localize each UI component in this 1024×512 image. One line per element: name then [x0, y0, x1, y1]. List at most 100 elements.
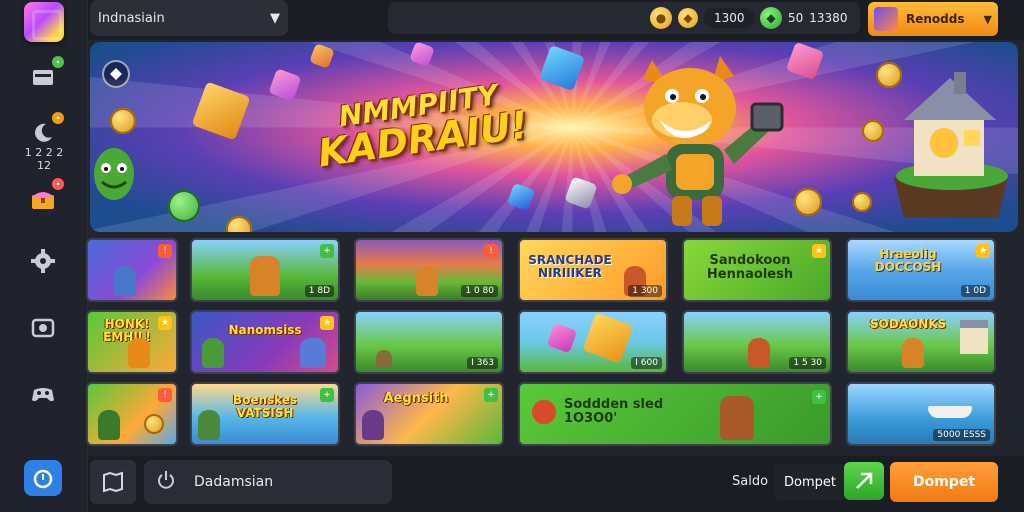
fire-icon: [532, 400, 556, 424]
game-tile[interactable]: Aegnsith +: [354, 382, 504, 446]
game-character: [202, 338, 224, 368]
game-character: [720, 396, 754, 440]
sidebar-counter: 1 2 2 2 12: [24, 146, 64, 172]
new-badge-icon: +: [484, 388, 498, 402]
hot-badge-icon: !: [158, 388, 172, 402]
game-title: Sandokoon Hennaolesh: [706, 253, 794, 283]
map-icon[interactable]: [90, 460, 136, 504]
arrow-icon: [856, 472, 873, 489]
game-character: [300, 338, 326, 368]
game-character: [114, 266, 136, 296]
star-badge-icon: ★: [320, 316, 334, 330]
game-tile[interactable]: HONK! EMHIL! ★: [86, 310, 178, 374]
game-meta: I 363: [467, 357, 498, 369]
chevron-down-icon: ▼: [983, 12, 992, 26]
gear-icon[interactable]: [26, 244, 60, 278]
gold-amount: 1300: [704, 8, 755, 28]
game-tile[interactable]: 5000 ESSS: [846, 382, 996, 446]
rewards-label: Renodds: [906, 12, 965, 26]
timer-button[interactable]: [24, 460, 62, 496]
new-badge-icon: +: [812, 390, 826, 404]
game-tile[interactable]: Nanomsiss ★: [190, 310, 340, 374]
sidebar: • • 1 2 2 2 12 •: [0, 0, 88, 512]
game-meta: 1 300: [628, 285, 662, 297]
star-badge-icon: ★: [812, 244, 826, 258]
game-character: [362, 410, 384, 440]
game-meta: 1 0 80: [461, 285, 498, 297]
wallet-icon[interactable]: •: [26, 56, 64, 94]
game-character: [902, 338, 924, 368]
search-text: Dadamsian: [194, 474, 274, 490]
game-meta: I 600: [631, 357, 662, 369]
dompet-field[interactable]: Dompet: [774, 464, 846, 500]
boat-icon: [928, 406, 972, 418]
rewards-dropdown[interactable]: Renodds ▼: [868, 2, 998, 36]
game-tile[interactable]: Sandokoon Hennaolesh ★: [682, 238, 832, 302]
game-tile[interactable]: Hraeolig DOCCOSH ★ 1 0D: [846, 238, 996, 302]
game-tile[interactable]: I 600: [518, 310, 668, 374]
hot-badge-icon: !: [484, 244, 498, 258]
green-stat[interactable]: ◆ 50 13380: [760, 6, 847, 30]
gem-icon: ◆: [760, 7, 782, 29]
house-icon: [960, 320, 988, 354]
new-badge-icon: +: [320, 244, 334, 258]
game-title: Nanomsiss: [228, 323, 302, 337]
game-meta: 1 8D: [304, 285, 334, 297]
game-title: Hraeolig DOCCOSH: [874, 247, 942, 275]
game-title: SRANCHADE NIRIIIKER: [528, 253, 612, 281]
promo-banner[interactable]: NMMPIITY KADRAIU!: [90, 42, 1018, 232]
green-total: 13380: [809, 11, 848, 25]
game-title: Aegnsith: [383, 391, 449, 406]
dragon-mascot-character: [612, 56, 784, 226]
floating-cube: [582, 312, 634, 364]
gamepad-icon[interactable]: [26, 378, 60, 412]
game-character: [416, 266, 438, 296]
game-character: [98, 410, 120, 440]
game-title: Soddden sled 1O3O0': [564, 397, 664, 427]
game-meta: 5000 ESSS: [933, 429, 990, 441]
game-tile[interactable]: !: [86, 238, 178, 302]
avatar: [874, 7, 898, 31]
gold-stat[interactable]: ● ◆ 1300: [650, 6, 755, 30]
floating-house-island: [894, 72, 1008, 218]
green-amount: 50: [788, 11, 804, 25]
notification-badge: •: [52, 178, 64, 190]
moon-icon[interactable]: •: [26, 112, 64, 150]
game-tile[interactable]: SRANCHADE NIRIIIKER 1 300: [518, 238, 668, 302]
camera-icon[interactable]: [26, 310, 60, 344]
game-tile[interactable]: ! 1 0 80: [354, 238, 504, 302]
game-tile[interactable]: Boenskes VATSISH +: [190, 382, 340, 446]
floating-coin: [144, 414, 164, 434]
game-meta: 1 5 30: [789, 357, 826, 369]
game-title: HONK! EMHIL!: [103, 317, 151, 345]
game-tile[interactable]: SODAONKS: [846, 310, 996, 374]
game-tile[interactable]: + 1 8D: [190, 238, 340, 302]
green-monster-character: [94, 148, 134, 200]
search-input[interactable]: Dadamsian: [144, 460, 392, 504]
currency-bar: ● ◆ 1300 ◆ 50 13380: [388, 2, 860, 34]
send-button[interactable]: [844, 462, 884, 500]
chevron-down-icon: ▼: [270, 10, 280, 26]
floating-coin: [862, 120, 884, 142]
game-tile[interactable]: !: [86, 382, 178, 446]
saldo-label: Saldo: [732, 474, 769, 489]
dompet-button[interactable]: Dompet: [890, 462, 998, 502]
star-badge-icon: ★: [976, 244, 990, 258]
notification-badge: •: [52, 56, 64, 68]
game-character: [250, 256, 280, 296]
treasure-chest-icon[interactable]: •: [26, 178, 64, 216]
region-select[interactable]: Indnasiain ▼: [90, 0, 288, 36]
game-tile-featured[interactable]: Soddden sled 1O3O0' +: [518, 382, 832, 446]
game-character: [128, 338, 150, 368]
game-character: [198, 410, 220, 440]
game-title: SODAONKS: [869, 317, 947, 331]
banner-icon-button[interactable]: [102, 60, 130, 88]
new-badge-icon: +: [320, 388, 334, 402]
game-tile[interactable]: I 363: [354, 310, 504, 374]
game-tile[interactable]: 1 5 30: [682, 310, 832, 374]
gold-bag-icon: ◆: [678, 8, 698, 28]
app-logo[interactable]: [24, 2, 64, 42]
floating-coin: [110, 108, 136, 134]
bottom-bar: Dadamsian Saldo Dompet Dompet: [88, 456, 1024, 512]
power-icon: [156, 470, 176, 495]
